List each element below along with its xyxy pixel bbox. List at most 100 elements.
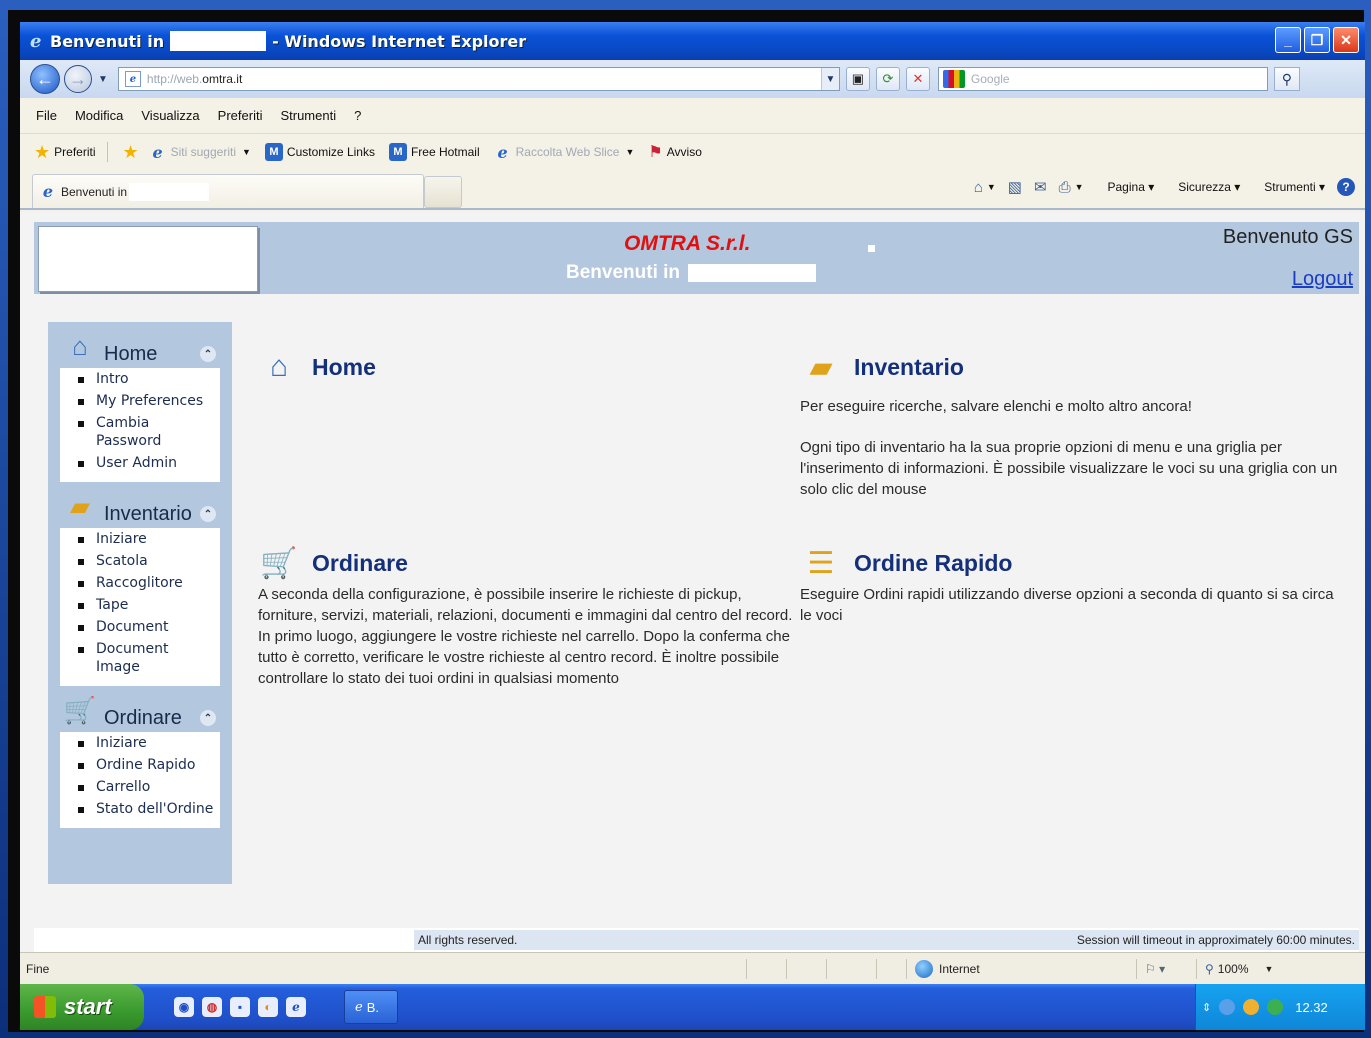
- sidebar-item-document[interactable]: Document: [78, 618, 216, 636]
- sidebar-header[interactable]: 🛒 Ordinare ⌃: [60, 692, 220, 732]
- welcome-text: Benvenuti in: [566, 262, 681, 283]
- ie-quicklaunch-icon[interactable]: e: [286, 997, 306, 1017]
- fav-customize-links[interactable]: M Customize Links: [264, 143, 375, 161]
- header-dot: [868, 245, 875, 252]
- dropdown-icon: ▼: [625, 147, 635, 157]
- taskbar: start ◉ ◍ ▪ ◐ e e B. ⇕ 12.32: [20, 984, 1365, 1030]
- quick-order-icon: ☰: [807, 546, 835, 580]
- search-input[interactable]: Google: [937, 67, 1268, 91]
- sidebar-item-raccoglitore[interactable]: Raccoglitore: [78, 574, 216, 592]
- sidebar-item-cambia-password[interactable]: Cambia Password: [78, 414, 216, 450]
- panel-title[interactable]: Home: [312, 354, 376, 381]
- url-dropdown-icon[interactable]: ▼: [820, 68, 839, 90]
- sidebar-item-iniziare-order[interactable]: Iniziare: [78, 734, 216, 752]
- search-button[interactable]: ⚲: [1273, 67, 1300, 91]
- menu-help[interactable]: ?: [354, 108, 361, 123]
- taskbar-window-button[interactable]: e B.: [344, 990, 398, 1024]
- zoom-level: 100%: [1217, 961, 1249, 976]
- sidebar: ⌂ Home ⌃ Intro My Preferences Cambia Pas…: [48, 322, 232, 884]
- sidebar-section-title: Ordinare: [104, 707, 182, 729]
- url-field[interactable]: e http://web. omtra.it ▼: [117, 67, 840, 91]
- feeds-icon[interactable]: ▧: [1008, 178, 1022, 196]
- quicklaunch-icon[interactable]: ◐: [258, 997, 278, 1017]
- minimize-button[interactable]: _: [1275, 27, 1301, 53]
- menu-strumenti[interactable]: Strumenti: [280, 108, 336, 123]
- fav-label: Free Hotmail: [410, 145, 480, 159]
- tray-icon[interactable]: [1267, 999, 1284, 1015]
- back-button[interactable]: ←: [30, 64, 60, 94]
- collapse-icon[interactable]: ⌃: [200, 346, 216, 362]
- panel-title[interactable]: Inventario: [854, 354, 964, 381]
- new-tab-button[interactable]: [424, 176, 462, 208]
- quicklaunch-icon[interactable]: ◍: [202, 997, 222, 1017]
- sidebar-item-document-image[interactable]: Document Image: [78, 640, 216, 676]
- logout-link[interactable]: Logout: [1292, 268, 1353, 291]
- title-bar: e Benvenuti in - Windows Internet Explor…: [20, 22, 1365, 60]
- maximize-button[interactable]: ❐: [1304, 27, 1330, 53]
- sidebar-item-scatola[interactable]: Scatola: [78, 552, 216, 570]
- mail-icon[interactable]: ✉: [1034, 178, 1047, 196]
- panel-title[interactable]: Ordine Rapido: [854, 550, 1012, 577]
- sidebar-item-user-admin[interactable]: User Admin: [78, 454, 216, 472]
- tray-icon[interactable]: [1219, 999, 1236, 1015]
- window-title-prefix: Benvenuti in: [50, 31, 165, 51]
- refresh-button[interactable]: ⟳: [875, 67, 900, 91]
- panel-home: ⌂ Home: [258, 346, 778, 388]
- site-header: OMTRA S.r.l. Benvenuti in Benvenuto GS L…: [34, 222, 1359, 294]
- help-icon[interactable]: ?: [1337, 178, 1355, 196]
- star-icon: ★: [34, 141, 51, 162]
- stop-button[interactable]: ✕: [905, 67, 930, 91]
- status-segment: [746, 958, 786, 979]
- security-menu[interactable]: Sicurezza ▾: [1166, 180, 1240, 194]
- collapse-icon[interactable]: ⌃: [200, 710, 216, 726]
- tools-menu[interactable]: Strumenti ▾: [1252, 180, 1325, 194]
- sidebar-item-tape[interactable]: Tape: [78, 596, 216, 614]
- dropdown-icon[interactable]: ▼: [987, 182, 996, 192]
- home-icon: ⌂: [269, 350, 289, 383]
- menu-file[interactable]: File: [36, 108, 57, 123]
- sidebar-item-carrello[interactable]: Carrello: [78, 778, 216, 796]
- menu-visualizza[interactable]: Visualizza: [141, 108, 199, 123]
- panel-title[interactable]: Ordinare: [312, 550, 408, 577]
- fav-avviso[interactable]: ⚑ Avviso: [648, 142, 701, 162]
- zoom-control[interactable]: ⚲ 100% ▼: [1196, 958, 1306, 979]
- tray-expand-icon[interactable]: ⇕: [1202, 1001, 1211, 1014]
- session-timeout-text: Session will timeout in approximately 60…: [1076, 933, 1355, 947]
- sidebar-item-iniziare[interactable]: Iniziare: [78, 530, 216, 548]
- close-button[interactable]: ✕: [1333, 27, 1359, 53]
- fav-web-slice[interactable]: e Raccolta Web Slice ▼: [494, 143, 635, 162]
- compatibility-view-button[interactable]: ▣: [845, 67, 870, 91]
- history-dropdown-icon[interactable]: ▼: [98, 74, 108, 85]
- google-logo-icon: [942, 70, 965, 88]
- dropdown-icon[interactable]: ▼: [1075, 182, 1084, 192]
- favorites-button[interactable]: ★ Preferiti: [34, 142, 95, 163]
- sidebar-item-intro[interactable]: Intro: [78, 370, 216, 388]
- fav-siti-suggeriti[interactable]: e Siti suggeriti ▼: [149, 143, 251, 162]
- forward-button[interactable]: →: [64, 65, 92, 93]
- fav-free-hotmail[interactable]: M Free Hotmail: [388, 143, 480, 161]
- home-icon[interactable]: ⌂: [974, 179, 983, 196]
- quicklaunch-icon[interactable]: ▪: [230, 997, 250, 1017]
- user-greeting: Benvenuto GS: [1222, 226, 1353, 248]
- page-menu[interactable]: Pagina ▾: [1096, 180, 1155, 194]
- tray-icon[interactable]: [1243, 999, 1260, 1015]
- back-arrow-icon: ←: [36, 68, 54, 89]
- start-button[interactable]: start: [20, 984, 144, 1030]
- status-bar: Fine Internet ⚐ ▾ ⚲ 100% ▼: [20, 952, 1365, 984]
- protected-mode-indicator[interactable]: ⚐ ▾: [1136, 958, 1196, 979]
- compatibility-icon: ▣: [851, 71, 865, 86]
- tab-current[interactable]: e Benvenuti in: [32, 174, 424, 208]
- add-favorite-button[interactable]: ★: [122, 142, 142, 163]
- status-text: Fine: [26, 961, 50, 976]
- collapse-icon[interactable]: ⌃: [200, 506, 216, 522]
- print-icon[interactable]: ⎙: [1059, 179, 1071, 196]
- sidebar-header[interactable]: ⌂ Home ⌃: [60, 328, 220, 368]
- sidebar-item-ordine-rapido[interactable]: Ordine Rapido: [78, 756, 216, 774]
- page-icon: e: [124, 71, 141, 87]
- menu-preferiti[interactable]: Preferiti: [218, 108, 263, 123]
- menu-modifica[interactable]: Modifica: [75, 108, 123, 123]
- quicklaunch-icon[interactable]: ◉: [174, 997, 194, 1017]
- sidebar-item-my-preferences[interactable]: My Preferences: [78, 392, 216, 410]
- sidebar-header[interactable]: ▰ Inventario ⌃: [60, 488, 220, 528]
- sidebar-item-stato-ordine[interactable]: Stato dell'Ordine: [78, 800, 216, 818]
